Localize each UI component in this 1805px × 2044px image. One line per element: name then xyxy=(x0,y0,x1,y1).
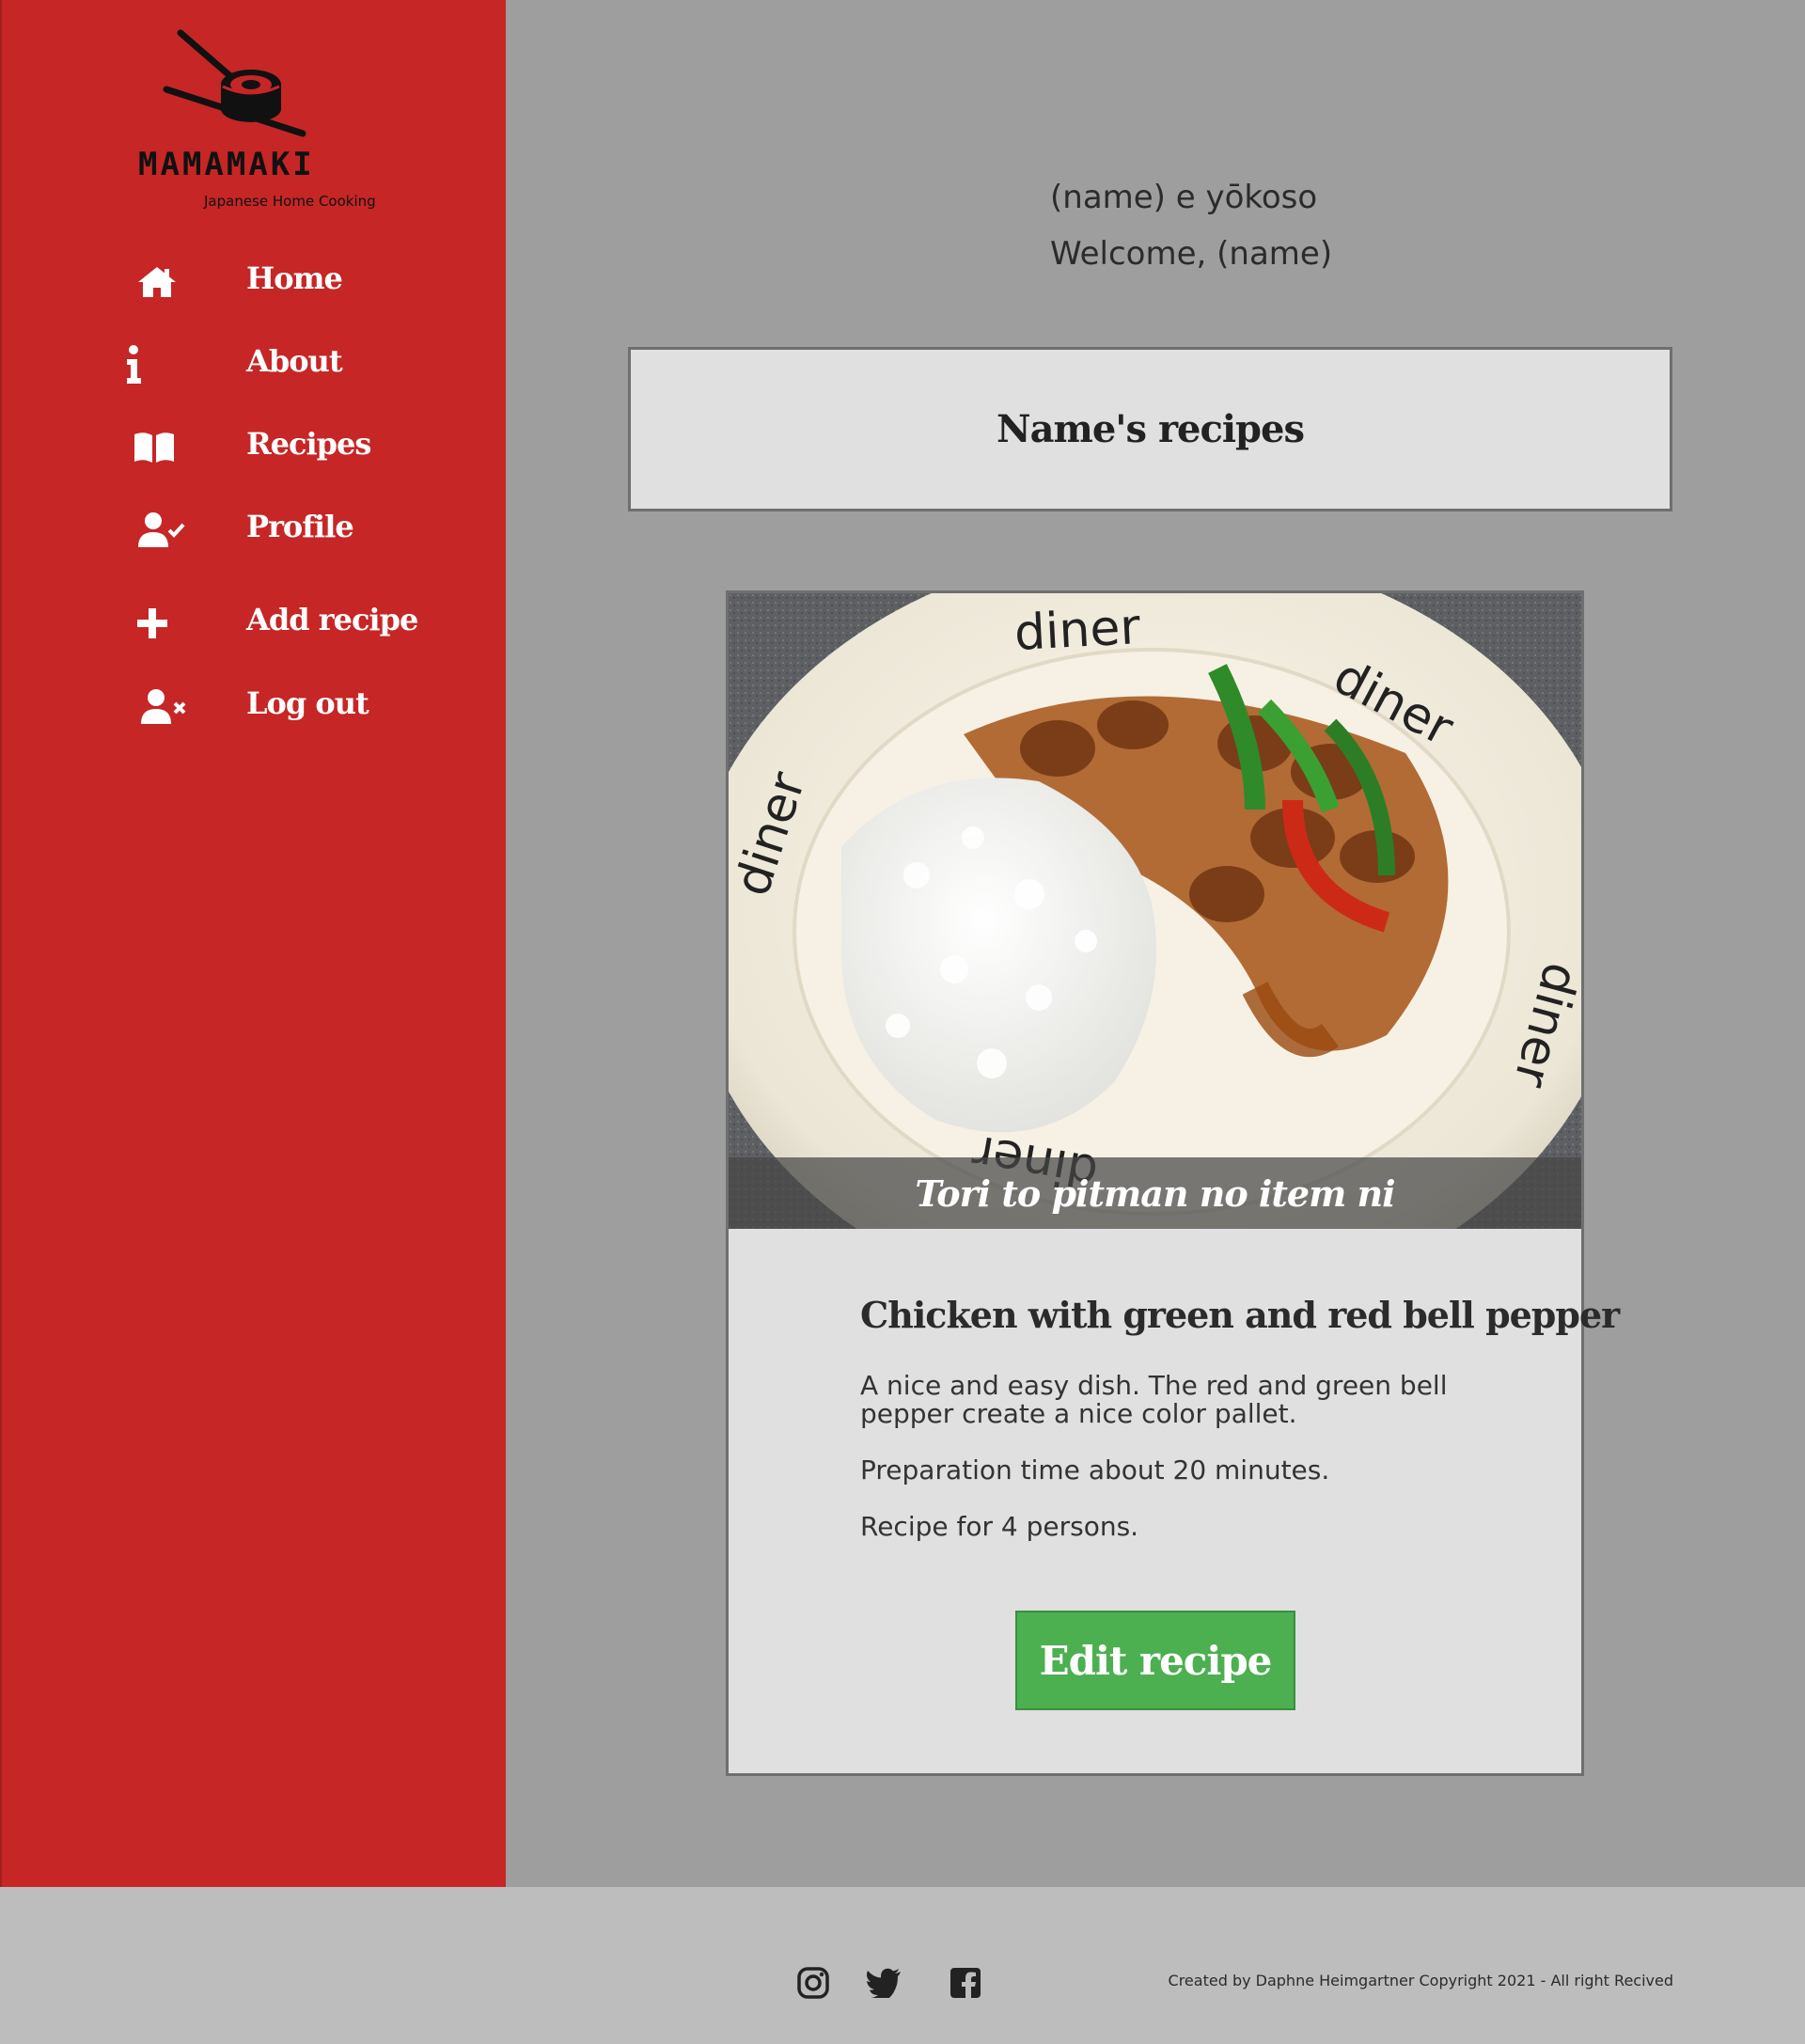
image-caption: Tori to pitman no item ni xyxy=(729,1157,1581,1229)
recipe-image: diner diner diner diner diner Tori to pi… xyxy=(729,593,1581,1229)
sidebar-item-label: About xyxy=(246,343,343,379)
recipe-title: Chicken with green and red bell pepper xyxy=(860,1294,1620,1336)
sidebar: MAMAMAKI Japanese Home Cooking Home Abou… xyxy=(0,0,506,1887)
book-icon xyxy=(126,424,182,471)
sushi-chopsticks-icon xyxy=(163,29,306,137)
sidebar-item-label: Home xyxy=(246,260,343,296)
facebook-icon[interactable] xyxy=(945,1962,986,2004)
edit-recipe-button[interactable]: Edit recipe xyxy=(1015,1611,1295,1710)
edit-recipe-label: Edit recipe xyxy=(1039,1637,1273,1684)
sidebar-item-label: Profile xyxy=(246,509,354,544)
home-icon xyxy=(129,259,185,306)
sidebar-item-log-out[interactable]: Log out xyxy=(2,674,508,740)
footer: Created by Daphne Heimgartner Copyright … xyxy=(0,1887,1805,2044)
sidebar-item-label: Add recipe xyxy=(246,602,418,637)
copyright-text: Created by Daphne Heimgartner Copyright … xyxy=(1168,1972,1673,1989)
sidebar-item-profile[interactable]: Profile xyxy=(2,497,508,563)
user-check-icon xyxy=(133,507,190,554)
sidebar-item-label: Recipes xyxy=(246,426,371,462)
plate-text: diner xyxy=(1013,599,1142,662)
user-x-icon xyxy=(136,684,193,731)
recipe-card: diner diner diner diner diner Tori to pi… xyxy=(726,590,1620,1776)
brand-tagline: Japanese Home Cooking xyxy=(204,193,376,210)
twitter-icon[interactable] xyxy=(863,1962,904,2004)
recipe-description: A nice and easy dish. The red and green … xyxy=(860,1370,1448,1429)
image-caption-text: Tori to pitman no item ni xyxy=(915,1171,1395,1215)
recipe-details: Chicken with green and red bell pepper A… xyxy=(860,1294,1620,1569)
page-title: Name's recipes xyxy=(997,407,1305,451)
brand-name: MAMAMAKI xyxy=(138,146,315,183)
recipes-header: Name's recipes xyxy=(628,347,1672,511)
sidebar-item-recipes[interactable]: Recipes xyxy=(2,415,508,480)
sidebar-item-about[interactable]: About xyxy=(2,332,508,398)
info-icon xyxy=(105,341,162,388)
greeting-japanese: (name) e yōkoso xyxy=(1050,179,1318,216)
recipe-servings: Recipe for 4 persons. xyxy=(860,1511,1139,1542)
recipe-prep-time: Preparation time about 20 minutes. xyxy=(860,1454,1330,1486)
plus-icon xyxy=(124,600,180,647)
sidebar-item-add-recipe[interactable]: Add recipe xyxy=(2,590,508,656)
greeting-english: Welcome, (name) xyxy=(1050,235,1333,273)
sidebar-item-label: Log out xyxy=(246,685,369,721)
sidebar-item-home[interactable]: Home xyxy=(2,249,508,315)
instagram-icon[interactable] xyxy=(793,1962,834,2004)
greeting: (name) e yōkoso Welcome, (name) xyxy=(1050,169,1332,282)
logo[interactable]: MAMAMAKI Japanese Home Cooking xyxy=(133,28,378,216)
